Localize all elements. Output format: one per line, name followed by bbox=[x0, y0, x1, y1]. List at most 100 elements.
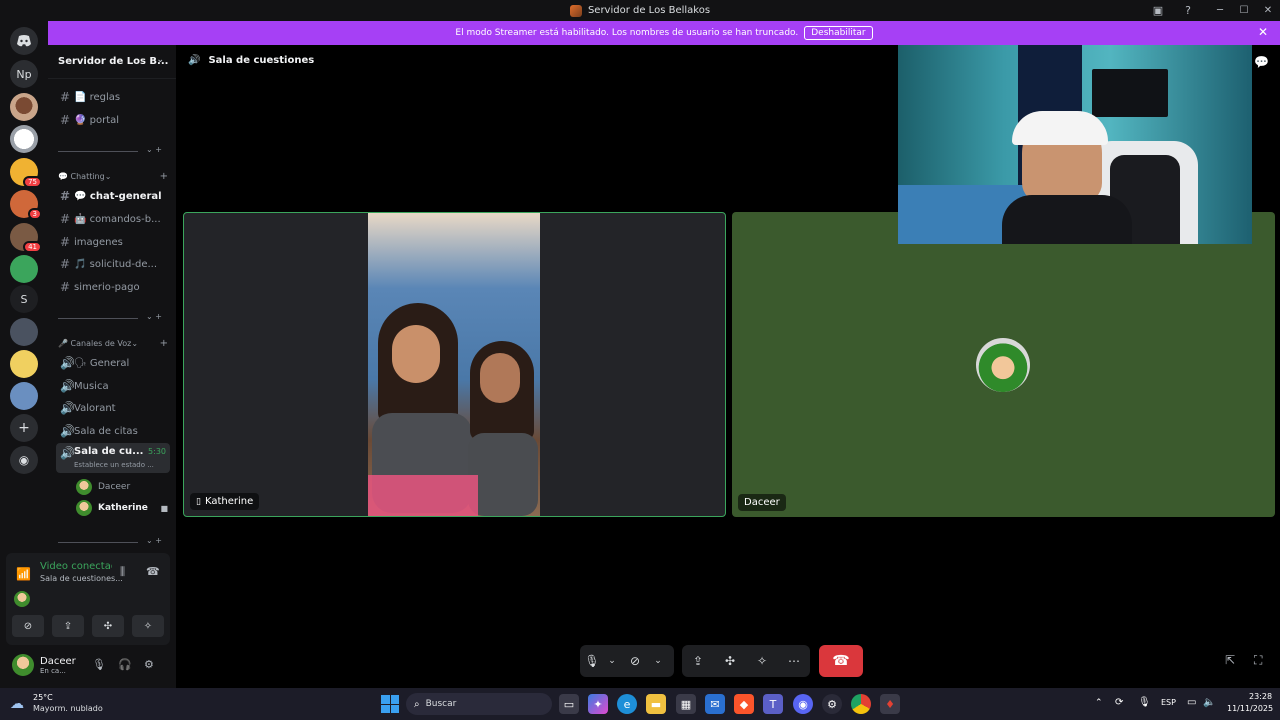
screen-share-icon[interactable]: ⇪ bbox=[52, 615, 84, 637]
server-avatar-7[interactable] bbox=[10, 318, 38, 346]
fullscreen-icon[interactable]: ⛶ bbox=[1254, 653, 1262, 668]
add-channel-icon[interactable]: + bbox=[160, 171, 168, 182]
chevron-down-icon[interactable]: ⌄ bbox=[604, 645, 620, 677]
collapse-icon[interactable]: ⌄ + bbox=[146, 145, 162, 154]
server-header[interactable]: Servidor de Los B... ⌄ bbox=[48, 45, 176, 79]
channel-comandos[interactable]: # 🤖 comandos-b... bbox=[56, 209, 170, 229]
signal-icon[interactable]: 📶 bbox=[16, 567, 31, 581]
discord-taskbar-icon[interactable]: ◉ bbox=[793, 694, 813, 714]
weather-icon[interactable]: ☁ bbox=[10, 696, 24, 712]
stream-app-icon[interactable]: ♦ bbox=[880, 694, 900, 714]
chat-icon[interactable]: 💬 bbox=[1254, 55, 1269, 69]
task-view-icon[interactable]: ▭ bbox=[559, 694, 579, 714]
discover-icon[interactable]: ◉ bbox=[10, 446, 38, 474]
add-server-icon[interactable]: + bbox=[10, 414, 38, 442]
disable-streamer-button[interactable]: Deshabilitar bbox=[804, 26, 873, 40]
server-avatar-5[interactable]: 41 bbox=[10, 223, 42, 253]
server-avatar-8[interactable] bbox=[10, 350, 38, 378]
collapse-icon[interactable]: ⌄ + bbox=[146, 536, 162, 545]
teams-icon[interactable]: T bbox=[763, 694, 783, 714]
settings-gear-icon[interactable]: ⚙ bbox=[144, 658, 154, 671]
chevron-down-icon[interactable]: ⌄ bbox=[650, 645, 666, 677]
channel-portal[interactable]: # 🔮 portal bbox=[56, 110, 170, 130]
server-np[interactable]: Np bbox=[10, 60, 38, 88]
taskbar-search[interactable]: ⌕ Buscar bbox=[406, 693, 552, 715]
channel-imagenes[interactable]: # imagenes bbox=[56, 232, 170, 252]
mail-icon[interactable]: ✉ bbox=[705, 694, 725, 714]
language-indicator[interactable]: ESP bbox=[1161, 698, 1176, 707]
category-voice[interactable]: 🎤 Canales de Voz ⌄ + bbox=[58, 338, 168, 349]
voice-channel-musica[interactable]: 🔊 Musica bbox=[56, 376, 170, 396]
server-avatar-2[interactable] bbox=[10, 125, 38, 153]
channel-reglas[interactable]: # 📄 reglas bbox=[56, 87, 170, 107]
cap bbox=[1012, 111, 1108, 145]
microphone-icon[interactable]: 🎙 bbox=[580, 645, 604, 677]
video-tile-katherine[interactable]: ▯ Katherine bbox=[183, 212, 726, 517]
chevron-up-icon[interactable]: ⌃ bbox=[1095, 698, 1103, 708]
unread-badge: 3 bbox=[27, 208, 42, 220]
channel-solicitud[interactable]: # 🎵 solicitud-de... bbox=[56, 254, 170, 274]
inbox-icon[interactable]: ▣ bbox=[1151, 3, 1165, 17]
voice-channel-general[interactable]: 🔊 🗣 General bbox=[56, 353, 170, 373]
voice-timer: 5:30 bbox=[148, 447, 166, 456]
close-window-icon[interactable]: ✕ bbox=[1256, 0, 1280, 21]
sync-icon[interactable]: ⟳ bbox=[1115, 697, 1123, 708]
maximize-icon[interactable]: ☐ bbox=[1232, 0, 1256, 21]
volume-icon[interactable]: 🔈 bbox=[1203, 697, 1215, 708]
activities-icon[interactable]: ✣ bbox=[714, 645, 746, 677]
brave-icon[interactable]: ◆ bbox=[734, 694, 754, 714]
add-channel-icon[interactable]: + bbox=[160, 338, 168, 349]
voice-channel-citas[interactable]: 🔊 Sala de citas bbox=[56, 421, 170, 441]
chrome-icon[interactable] bbox=[851, 694, 871, 714]
activities-icon[interactable]: ✣ bbox=[92, 615, 124, 637]
steam-icon[interactable]: ⚙ bbox=[822, 694, 842, 714]
minimize-icon[interactable]: ─ bbox=[1208, 0, 1232, 21]
soundboard-icon[interactable]: ✧ bbox=[746, 645, 778, 677]
channel-simerio-pago[interactable]: # simerio-pago bbox=[56, 277, 170, 297]
server-avatar-3[interactable]: 75 bbox=[10, 158, 42, 188]
clock-time[interactable]: 23:28 bbox=[1249, 692, 1272, 701]
channel-status: Establece un estado ... bbox=[74, 461, 154, 469]
windows-start-icon[interactable] bbox=[381, 695, 399, 713]
help-icon[interactable]: ? bbox=[1181, 3, 1195, 17]
network-icon[interactable]: ▭ bbox=[1187, 697, 1196, 708]
discord-home-icon[interactable] bbox=[10, 27, 38, 55]
participant-label: Daceer bbox=[744, 497, 780, 508]
headphones-icon[interactable]: 🎧 bbox=[118, 658, 132, 671]
shirt bbox=[468, 433, 538, 516]
server-avatar-6[interactable] bbox=[10, 255, 38, 283]
voice-user-katherine[interactable]: Katherine ■ bbox=[76, 500, 168, 516]
video-tile-daceer[interactable]: Daceer bbox=[732, 212, 1275, 517]
channel-chat-general[interactable]: # 💬 chat-general bbox=[56, 186, 170, 206]
camera-off-icon[interactable]: ⊘ bbox=[12, 615, 44, 637]
channel-label: 🤖 comandos-b... bbox=[74, 213, 161, 225]
server-avatar-4[interactable]: 3 bbox=[10, 190, 42, 220]
connection-channel[interactable]: Sala de cuestiones... bbox=[40, 574, 123, 583]
collapse-icon[interactable]: ⌄ + bbox=[146, 312, 162, 321]
soundboard-icon[interactable]: ✧ bbox=[132, 615, 164, 637]
audio-video-controls: 🎙 ⌄ ⊘ ⌄ bbox=[580, 645, 674, 677]
server-avatar-1[interactable] bbox=[10, 93, 38, 121]
server-avatar-9[interactable] bbox=[10, 382, 38, 410]
close-banner-icon[interactable]: ✕ bbox=[1258, 25, 1268, 39]
noise-suppression-icon[interactable]: ⫼ bbox=[120, 565, 125, 579]
copilot-icon[interactable]: ✦ bbox=[588, 694, 608, 714]
voice-channel-active[interactable]: 🔊 Sala de cu... 5:30 Establece un estado… bbox=[56, 443, 170, 473]
voice-channel-valorant[interactable]: 🔊 Valorant bbox=[56, 398, 170, 418]
avatar[interactable] bbox=[12, 654, 34, 676]
voice-user-daceer[interactable]: Daceer bbox=[76, 479, 168, 495]
camera-off-icon[interactable]: ⊘ bbox=[620, 645, 650, 677]
clock-date[interactable]: 11/11/2025 bbox=[1227, 704, 1273, 713]
screen-share-icon[interactable]: ⇪ bbox=[682, 645, 714, 677]
disconnect-call-button[interactable]: ☎ bbox=[819, 645, 863, 677]
disconnect-icon[interactable]: ☎ bbox=[146, 565, 160, 578]
edge-icon[interactable]: e bbox=[617, 694, 637, 714]
store-icon[interactable]: ▦ bbox=[676, 694, 696, 714]
server-s[interactable]: S bbox=[10, 285, 38, 313]
category-chatting[interactable]: 💬 Chatting ⌄ + bbox=[58, 171, 168, 182]
microphone-icon[interactable]: 🎙 bbox=[1138, 697, 1151, 708]
file-explorer-icon[interactable]: ▬ bbox=[646, 694, 666, 714]
more-options-icon[interactable]: ⋯ bbox=[778, 645, 810, 677]
microphone-icon[interactable]: 🎙 bbox=[92, 658, 106, 671]
popout-icon[interactable]: ⇱ bbox=[1225, 653, 1235, 667]
